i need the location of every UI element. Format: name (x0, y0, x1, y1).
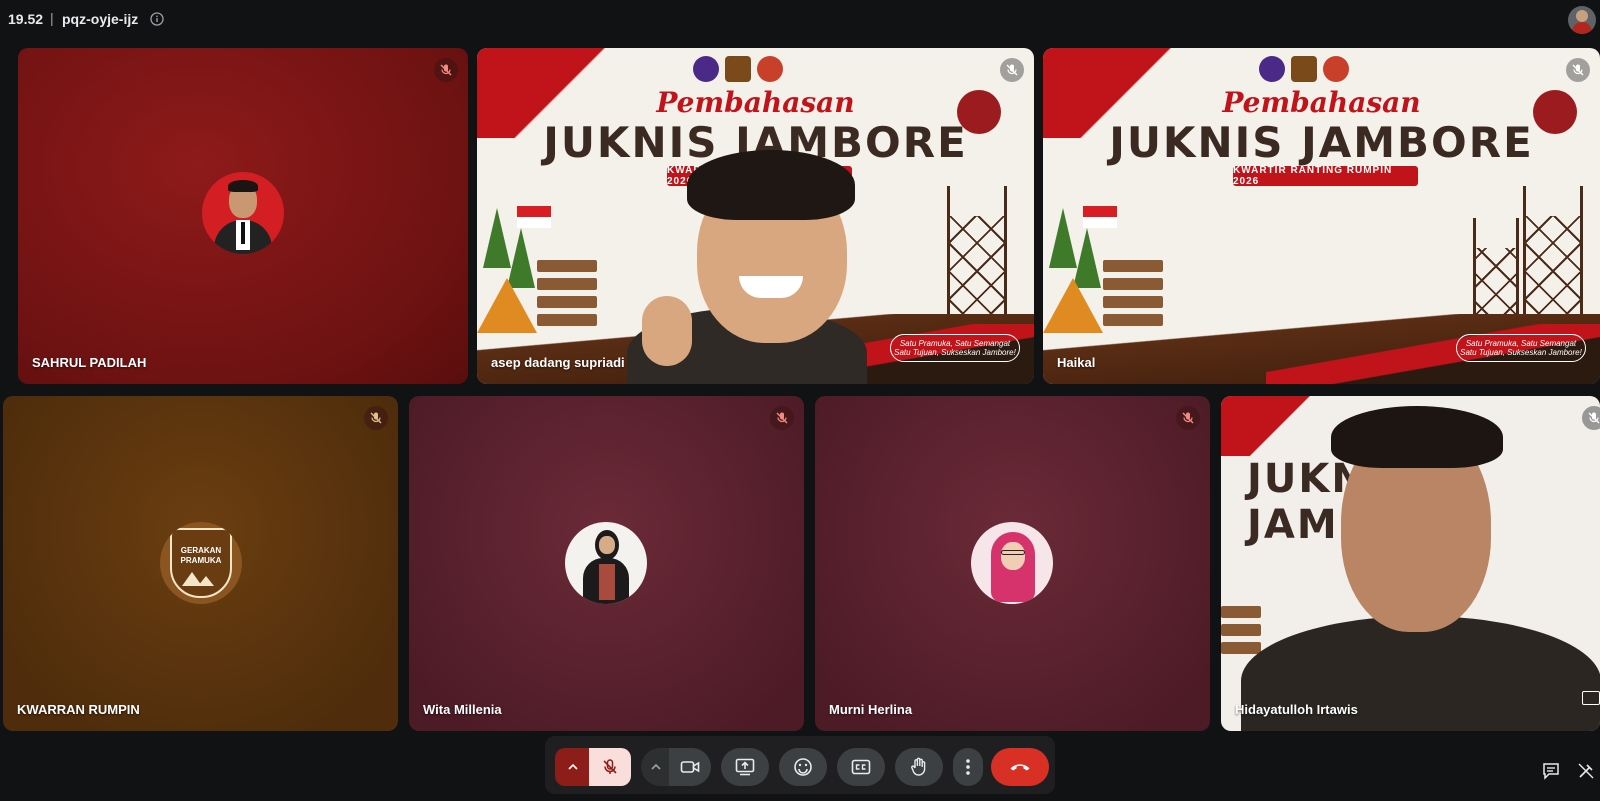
flag-icon (1083, 206, 1117, 228)
banner-script-title: Pembahasan (656, 86, 855, 119)
activities-icon (1578, 763, 1594, 779)
chat-icon (1543, 763, 1559, 780)
participant-name: SAHRUL PADILAH (32, 355, 147, 370)
participant-tile[interactable]: Wita Millenia (409, 396, 804, 731)
participant-name: KWARRAN RUMPIN (17, 702, 140, 717)
mic-off-icon (364, 406, 388, 430)
closed-captions-icon (851, 759, 871, 775)
participant-tile[interactable]: Pembahasan JUKNIS JAMBORE KWARTIR RANTIN… (1043, 48, 1600, 384)
raise-hand-button[interactable] (895, 748, 943, 786)
tower-icon (1523, 186, 1583, 356)
gerakan-pramuka-logo: GERAKAN PRAMUKA (160, 522, 242, 604)
logo-text-line1: GERAKAN (180, 546, 222, 555)
mic-off-icon (434, 58, 458, 82)
banner-script-title: Pembahasan (1222, 86, 1421, 119)
avatar (971, 522, 1053, 604)
banner-slogan: Satu Pramuka, Satu Semangat Satu Tujuan,… (1456, 334, 1586, 362)
call-controls (545, 736, 1055, 794)
captions-button[interactable] (837, 748, 885, 786)
signpost-icon (1221, 606, 1261, 618)
participant-name: Haikal (1057, 355, 1096, 370)
participant-name: Hidayatulloh Irtawis (1235, 702, 1358, 717)
tower-icon (1473, 218, 1519, 358)
present-screen-icon (735, 758, 755, 776)
logo-icon (1259, 56, 1285, 82)
leave-call-button[interactable] (991, 748, 1049, 786)
meeting-code: pqz-oyje-ijz (62, 11, 139, 27)
banner-strip: KWARTIR RANTING RUMPIN 2026 (1233, 165, 1418, 187)
avatar (565, 522, 647, 604)
logo-icon (1291, 56, 1317, 82)
end-call-icon (1010, 764, 1030, 771)
signpost-icon (1103, 278, 1163, 290)
activities-button[interactable] (1572, 756, 1600, 786)
mic-off-icon (1582, 406, 1600, 430)
logo-icon (1323, 56, 1349, 82)
avatar (202, 172, 284, 254)
mic-off-icon (1176, 406, 1200, 430)
mic-off-icon (1000, 58, 1024, 82)
signpost-icon (537, 296, 597, 308)
banner-slogan: Satu Pramuka, Satu Semangat Satu Tujuan,… (890, 334, 1020, 362)
participant-tile[interactable]: Pembahasan JUKNIS JAMBORE KWARTIR RANTIN… (477, 48, 1034, 384)
emoji-icon (794, 758, 812, 776)
chat-button[interactable] (1536, 756, 1566, 786)
logo-icon (693, 56, 719, 82)
mic-off-icon (770, 406, 794, 430)
separator: | (50, 10, 54, 26)
reactions-button[interactable] (779, 748, 827, 786)
more-options-button[interactable] (953, 748, 983, 786)
picture-in-picture-icon[interactable] (1582, 691, 1600, 705)
signpost-icon (1221, 624, 1261, 636)
signpost-icon (1103, 296, 1163, 308)
logo-icon (725, 56, 751, 82)
participant-tile[interactable]: GERAKAN PRAMUKA KWARRAN RUMPIN (3, 396, 398, 731)
flag-icon (517, 206, 551, 228)
chevron-up-icon (568, 763, 578, 770)
more-vertical-icon (966, 759, 970, 775)
participant-tile[interactable]: JUKNIS JAMBORE Hidayatulloh Irtawis (1221, 396, 1600, 731)
chevron-up-icon (651, 763, 661, 770)
logo-text-line2: PRAMUKA (180, 556, 222, 565)
banner-main-title: JUKNIS JAMBORE (1109, 118, 1534, 167)
mic-off-icon (603, 759, 617, 774)
mic-toggle-button[interactable] (589, 748, 631, 786)
participant-name: Murni Herlina (829, 702, 913, 717)
mic-options-button[interactable] (555, 748, 591, 786)
video-camera-icon (680, 761, 700, 773)
camera-toggle-button[interactable] (669, 748, 711, 786)
mic-off-icon (1566, 58, 1590, 82)
camera-options-button[interactable] (641, 748, 671, 786)
signpost-icon (1103, 260, 1163, 272)
top-bar: 19.52 | pqz-oyje-ijz (0, 0, 1600, 40)
signpost-icon (537, 278, 597, 290)
participant-tile[interactable]: Murni Herlina (815, 396, 1210, 731)
participant-name: Wita Millenia (423, 702, 502, 717)
tower-icon (947, 186, 1007, 356)
present-button[interactable] (721, 748, 769, 786)
info-icon[interactable] (150, 12, 164, 26)
logo-icon (757, 56, 783, 82)
signpost-icon (537, 260, 597, 272)
self-avatar[interactable] (1568, 6, 1596, 34)
participant-name: asep dadang supriadi (491, 355, 625, 370)
meeting-time: 19.52 (8, 11, 44, 27)
decorative-ribbon (1221, 396, 1321, 456)
signpost-icon (1221, 642, 1261, 654)
participant-tile[interactable]: SAHRUL PADILAH (18, 48, 468, 384)
raise-hand-icon (911, 757, 926, 776)
